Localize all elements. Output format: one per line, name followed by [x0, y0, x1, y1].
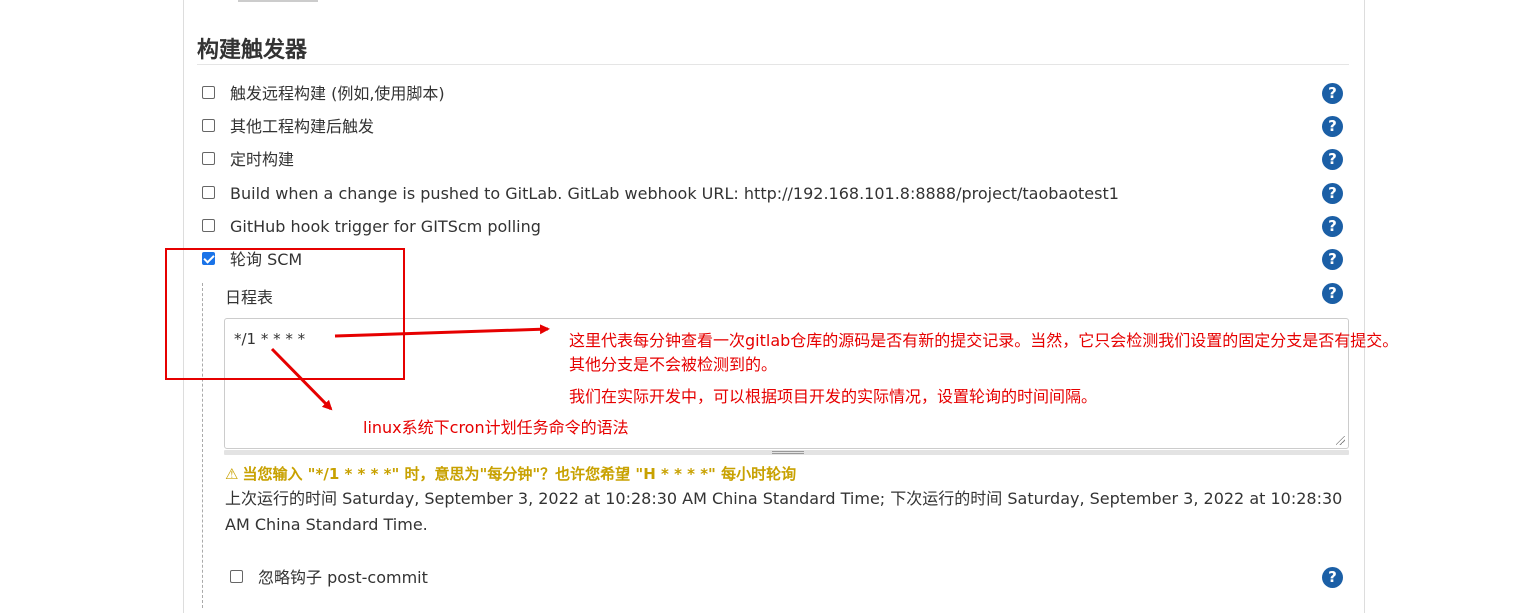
annotation-arrow-down	[270, 347, 333, 411]
annotation-line-4: linux系统下cron计划任务命令的语法	[363, 418, 629, 437]
annotation-line-2: 其他分支是不会被检测到的。	[569, 355, 778, 374]
annotation-line-3: 我们在实际开发中，可以根据项目开发的实际情况，设置轮询的时间间隔。	[569, 387, 1098, 406]
annotation-arrow-right	[334, 324, 550, 338]
annotation-arrows	[270, 324, 550, 411]
annotation-line-1: 这里代表每分钟查看一次gitlab仓库的源码是否有新的提交记录。当然，它只会检测…	[569, 331, 1399, 350]
